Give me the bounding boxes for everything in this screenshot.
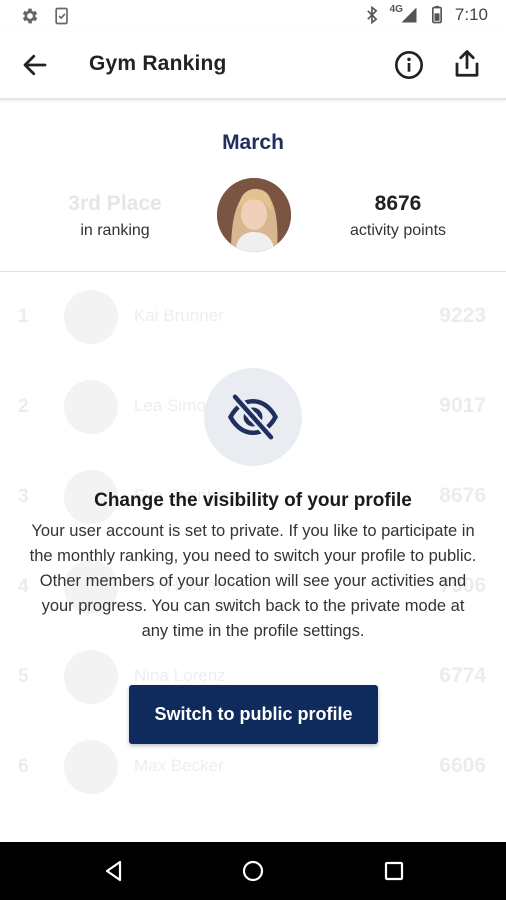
- page-title: Gym Ranking: [89, 52, 227, 75]
- battery-icon: [431, 5, 442, 24]
- member-name: Kai Brunner: [134, 306, 224, 325]
- back-button[interactable]: [20, 50, 50, 80]
- member-points: 9223: [439, 304, 486, 327]
- navigation-bar: [0, 842, 506, 900]
- member-points: 6774: [439, 664, 486, 687]
- avatar: [217, 178, 291, 252]
- avatar: [64, 380, 118, 434]
- visibility-title: Change the visibility of your profile: [94, 490, 412, 511]
- rank-number: 4: [18, 576, 29, 597]
- member-points: 6606: [439, 754, 486, 777]
- arrow-left-icon: [23, 54, 47, 76]
- switch-to-public-button[interactable]: Switch to public profile: [129, 685, 378, 744]
- member-name: Nina Lorenz: [134, 666, 226, 685]
- info-button[interactable]: [393, 49, 425, 81]
- clipboard-check-icon: [55, 7, 68, 25]
- status-bar: 4G 7:10: [0, 0, 506, 32]
- share-button[interactable]: [452, 47, 482, 81]
- visibility-description: Your user account is set to private. If …: [29, 522, 477, 640]
- settings-icon: [22, 8, 38, 24]
- avatar: [64, 290, 118, 344]
- rank-number: 2: [18, 396, 29, 417]
- activity-points-value: 8676: [374, 192, 422, 215]
- back-triangle-icon[interactable]: [102, 859, 126, 883]
- info-icon: [395, 51, 423, 79]
- ranking-place: 3rd Place: [68, 192, 162, 215]
- member-name: Max Becker: [134, 756, 224, 775]
- activity-points-label: activity points: [349, 222, 447, 239]
- visibility-icon-circle: [204, 368, 302, 466]
- share-icon: [455, 50, 479, 77]
- network-type: 4G: [389, 3, 403, 15]
- avatar-photo: [217, 178, 291, 252]
- home-circle-icon[interactable]: [241, 859, 265, 883]
- avatar: [64, 650, 118, 704]
- rank-number: 1: [18, 306, 29, 327]
- rank-number: 6: [18, 756, 29, 777]
- ranking-place-label: in ranking: [80, 222, 150, 239]
- recents-square-icon[interactable]: [382, 859, 406, 883]
- status-right-icons: 4G 7:10: [362, 3, 488, 25]
- eye-off-icon: [227, 393, 279, 441]
- rank-number: 5: [18, 666, 29, 687]
- member-points: 9017: [439, 394, 486, 417]
- status-time: 7:10: [454, 5, 488, 24]
- ranking-month: March: [222, 131, 284, 154]
- status-left-icons: [20, 6, 72, 26]
- bluetooth-icon: [366, 5, 377, 25]
- member-name: Lea Simon: [134, 396, 216, 415]
- app-bar: Gym Ranking: [0, 32, 506, 100]
- table-row: 1 Kai Brunner 9223: [0, 272, 506, 362]
- avatar: [64, 740, 118, 794]
